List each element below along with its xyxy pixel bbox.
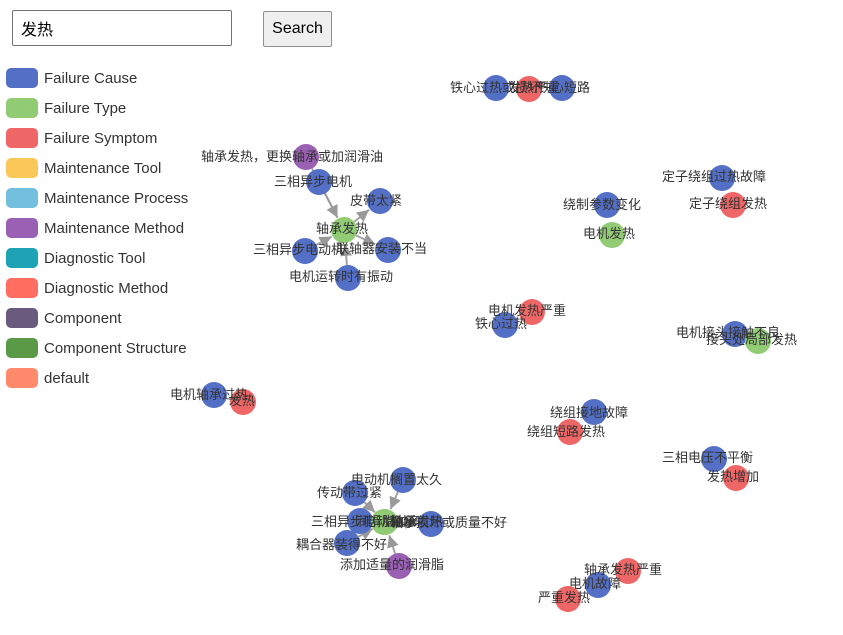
knowledge-graph[interactable]: 铁心过热或损坏发热严重铁心短路轴承发热，更换轴承或加润滑油三相异步电机皮带太紧轴… — [0, 0, 843, 635]
graph-node-label: 轴承发热，更换轴承或加润滑油 — [201, 149, 383, 165]
graph-node-label: 联轴器安装不当 — [336, 242, 427, 257]
graph-node-label: 三相电压不平衡 — [662, 451, 753, 466]
graph-node-label: 三相异步电动机 — [253, 243, 344, 258]
graph-node-label: 轴承损坏或质量不好 — [390, 516, 507, 531]
graph-node-label: 电机发热 — [583, 226, 635, 242]
graph-node-label: 皮带太紧 — [350, 194, 402, 209]
graph-node-label: 三相异步电机 — [274, 175, 352, 190]
graph-node-label: 添加适量的润滑脂 — [340, 557, 444, 573]
graph-node-label: 耦合器装得不好 — [296, 537, 387, 553]
graph-node-label: 绕组接地故障 — [550, 405, 628, 421]
graph-node-label: 传动带过紧 — [317, 486, 382, 501]
graph-edge — [324, 193, 339, 219]
graph-node-label: 接头处局部发热 — [706, 332, 797, 348]
graph-node-label: 铁心短路 — [538, 80, 590, 96]
graph-edge — [387, 535, 399, 554]
graph-node-label: 电机故障 — [569, 577, 621, 592]
graph-node-label: 定子绕组过热故障 — [662, 170, 766, 185]
graph-node-label: 发热 — [229, 393, 255, 409]
graph-node-label: 轴承发热 — [316, 221, 368, 237]
graph-node-label: 严重发热 — [538, 590, 590, 606]
graph-edge — [389, 491, 401, 510]
graph-node-label: 绕制参数变化 — [563, 197, 641, 213]
graph-labels: 铁心过热或损坏发热严重铁心短路轴承发热，更换轴承或加润滑油三相异步电机皮带太紧轴… — [170, 80, 797, 606]
graph-node-label: 铁心过热 — [475, 317, 527, 332]
graph-node-label: 发热增加 — [707, 469, 759, 485]
graph-node-label: 定子绕组发热 — [689, 196, 767, 212]
graph-node-label: 电机运转时有振动 — [289, 270, 393, 285]
graph-node-label: 轴承发热严重 — [584, 562, 662, 578]
graph-edge — [353, 209, 370, 223]
graph-node-label: 绕组短路发热 — [527, 424, 605, 440]
